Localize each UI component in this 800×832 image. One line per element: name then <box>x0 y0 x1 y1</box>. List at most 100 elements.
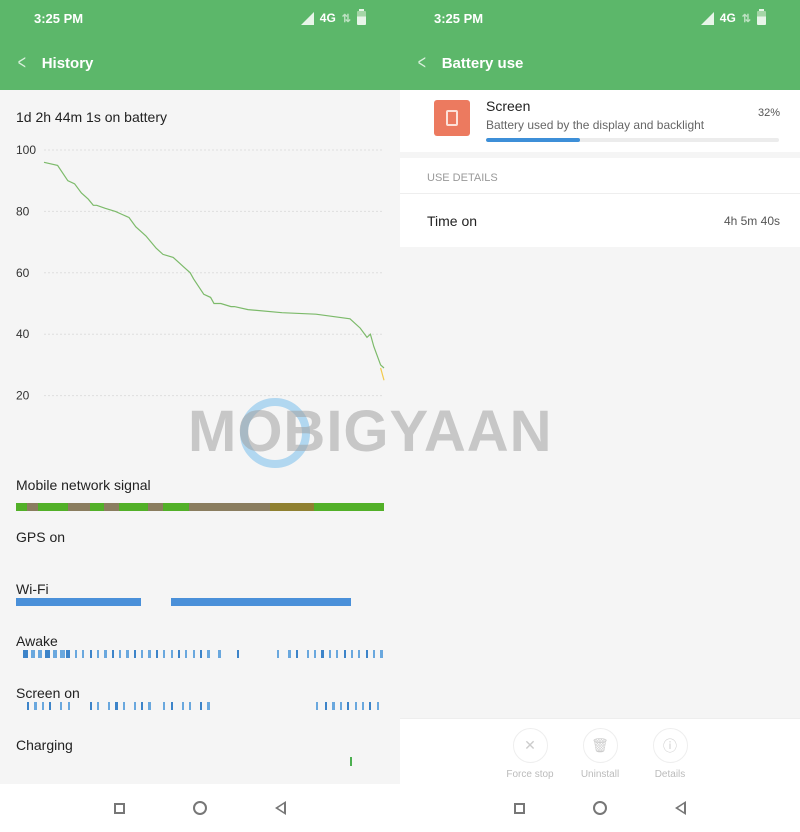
network-type: 4G <box>719 11 736 25</box>
time-on-value: 4h 5m 40s <box>723 213 780 228</box>
awake-segment <box>52 650 58 658</box>
signal-segment <box>269 503 315 511</box>
awake-segment <box>30 650 36 658</box>
recents-icon[interactable] <box>114 802 125 814</box>
y-tick-label: 80 <box>16 204 30 218</box>
awake-segment <box>218 650 221 658</box>
row-label-charging: Charging <box>16 737 73 753</box>
awake-segment <box>163 650 166 658</box>
tablet-icon <box>446 110 458 126</box>
awake-segment <box>104 650 107 658</box>
screen-on-segment <box>89 702 92 710</box>
screen-on-segment <box>115 702 118 710</box>
awake-segment <box>380 650 383 658</box>
nav-bar <box>0 784 400 832</box>
signal-segment <box>163 503 189 511</box>
awake-segment <box>314 650 317 658</box>
network-type: 4G <box>319 11 336 25</box>
screen-on-segment <box>60 702 63 710</box>
mobile-signal-track <box>16 503 384 511</box>
awake-segment <box>45 650 50 658</box>
app-name: Screen <box>486 98 531 114</box>
wifi-segment <box>170 598 351 606</box>
awake-segment <box>185 650 188 658</box>
action-bar: ✕ Force stop 🗑︎ Uninstall ⓘ Details <box>400 718 800 784</box>
battery-icon <box>357 9 366 25</box>
signal-segment <box>119 503 149 511</box>
awake-segment <box>23 650 28 658</box>
signal-segment <box>314 503 384 511</box>
screen-usage-card[interactable]: Screen Battery used by the display and b… <box>400 90 800 152</box>
awake-segment <box>306 650 309 658</box>
awake-segment <box>74 650 78 658</box>
screen-on-segment <box>27 702 30 710</box>
back-icon[interactable]: < <box>418 52 426 75</box>
signal-segment <box>16 503 28 511</box>
on-battery-duration: 1d 2h 44m 1s on battery <box>16 109 167 125</box>
awake-segment <box>133 650 136 658</box>
home-icon[interactable] <box>193 801 207 815</box>
status-bar: 3:25 PM 4G ⇅ <box>0 0 400 36</box>
row-label-awake: Awake <box>16 633 58 649</box>
status-time: 3:25 PM <box>434 10 484 26</box>
awake-segment <box>321 650 324 658</box>
use-details-header: USE DETAILS <box>400 158 800 194</box>
awake-segment <box>65 650 71 658</box>
signal-segment <box>67 503 90 511</box>
signal-segment <box>148 503 164 511</box>
awake-segment <box>170 650 173 658</box>
awake-segment <box>38 650 43 658</box>
awake-segment <box>177 650 181 658</box>
back-icon[interactable]: < <box>18 52 26 75</box>
screen-on-segment <box>141 702 144 710</box>
nav-bar <box>400 784 800 832</box>
screen-on-segment <box>96 702 100 710</box>
signal-icon <box>700 11 714 25</box>
screen-on-segment <box>181 702 184 710</box>
details-button[interactable]: ⓘ Details <box>644 719 696 784</box>
charging-segment <box>349 757 352 766</box>
home-icon[interactable] <box>593 801 607 815</box>
awake-segment <box>96 650 100 658</box>
recents-icon[interactable] <box>514 802 525 814</box>
status-time: 3:25 PM <box>34 10 84 26</box>
screen-on-segment <box>361 702 365 710</box>
usage-progress-bar <box>486 138 779 142</box>
screen-on-segment <box>369 702 372 710</box>
back-nav-icon[interactable] <box>275 801 286 815</box>
screen-on-segment <box>49 702 52 710</box>
app-description: Battery used by the display and backligh… <box>486 118 705 132</box>
signal-segment <box>38 503 68 511</box>
force-stop-button[interactable]: ✕ Force stop <box>504 719 556 784</box>
signal-segment <box>104 503 120 511</box>
awake-segment <box>192 650 195 658</box>
screen-on-segment <box>122 702 125 710</box>
usage-percent: 32% <box>757 107 780 119</box>
screen-on-segment <box>108 702 111 710</box>
y-tick-label: 100 <box>16 143 36 157</box>
awake-segment <box>358 650 361 658</box>
awake-track <box>16 650 384 658</box>
row-label-mobile-signal: Mobile network signal <box>16 477 151 493</box>
signal-segment <box>27 503 39 511</box>
screen-on-segment <box>339 702 343 710</box>
close-icon: ✕ <box>512 728 548 763</box>
screen-on-segment <box>188 702 192 710</box>
data-activity-icon: ⇅ <box>341 12 351 25</box>
awake-segment <box>126 650 129 658</box>
signal-icon <box>300 11 314 25</box>
status-bar: 3:25 PM 4G ⇅ <box>400 0 800 36</box>
awake-segment <box>343 650 346 658</box>
screen-on-segment <box>354 702 357 710</box>
awake-segment <box>288 650 291 658</box>
awake-segment <box>295 650 298 658</box>
back-nav-icon[interactable] <box>675 801 686 815</box>
page-title: History <box>41 54 94 72</box>
awake-segment <box>328 650 331 658</box>
screen-on-segment <box>148 702 151 710</box>
app-bar: < History <box>0 36 400 90</box>
uninstall-button[interactable]: 🗑︎ Uninstall <box>574 719 626 784</box>
awake-segment <box>200 650 203 658</box>
screen-on-segment <box>207 702 210 710</box>
page-title: Battery use <box>441 54 524 72</box>
